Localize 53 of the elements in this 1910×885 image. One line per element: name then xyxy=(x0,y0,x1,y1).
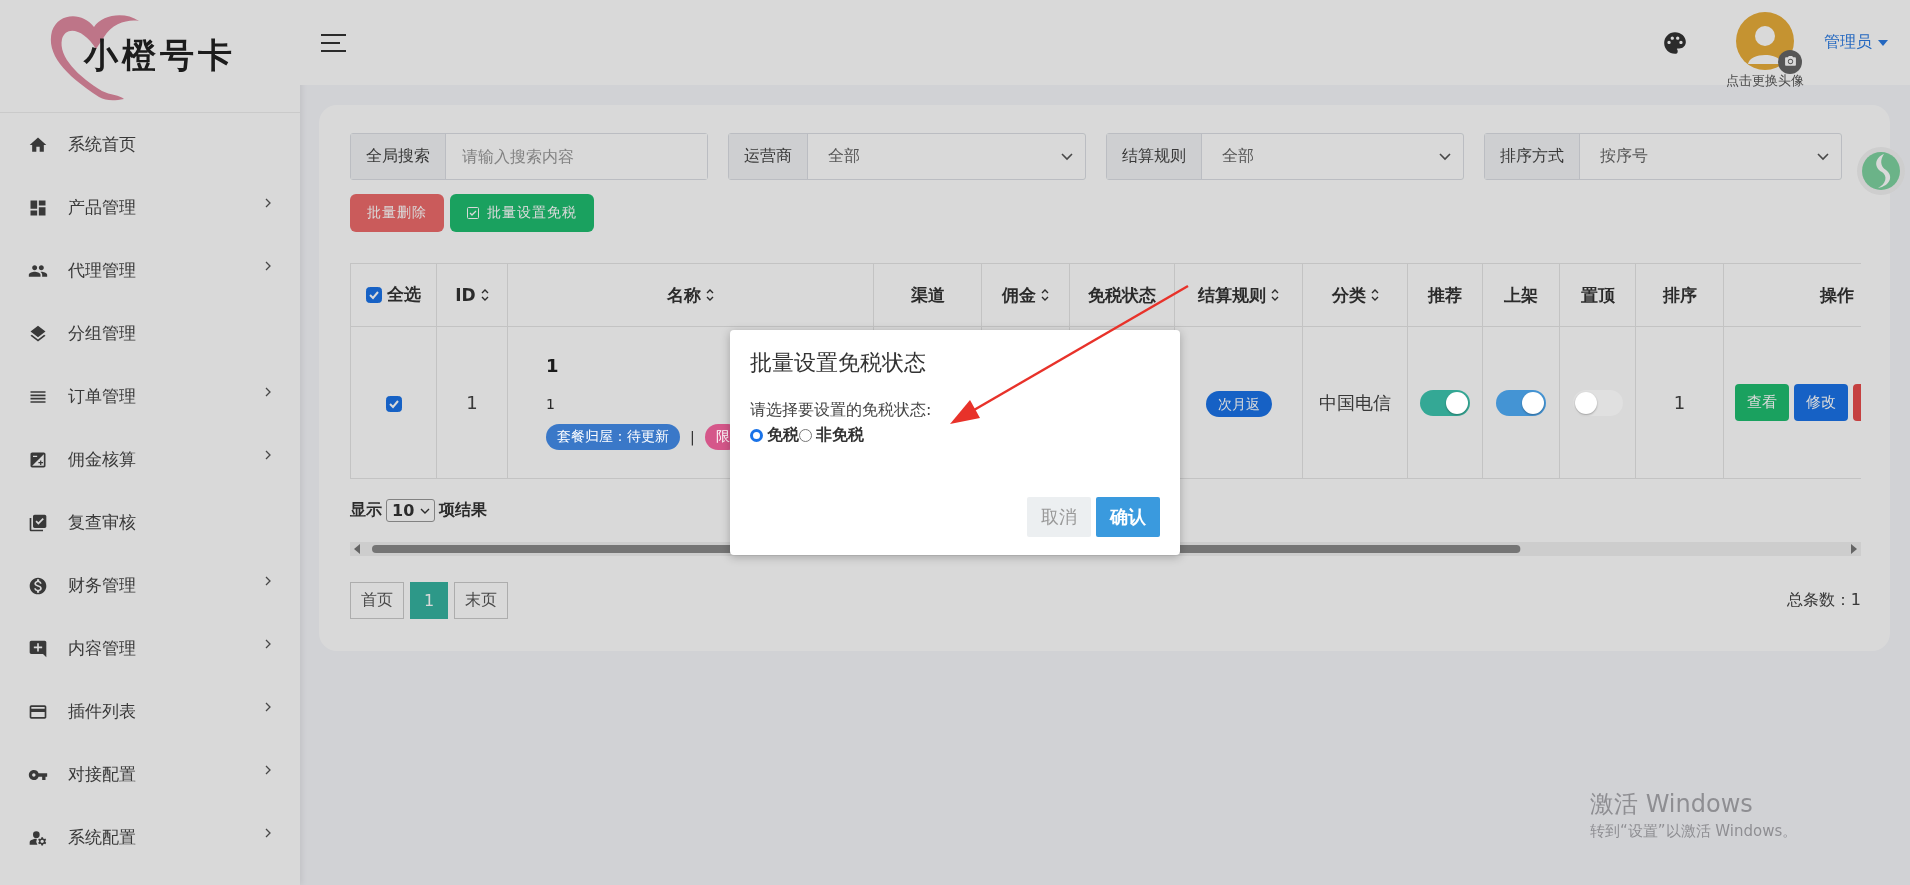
column-header: 渠道 xyxy=(910,283,945,307)
sidebar-item[interactable]: 系统首页 xyxy=(0,113,300,176)
radio-option[interactable]: 免税 xyxy=(750,425,799,446)
sidebar-item[interactable]: 产品管理 xyxy=(0,176,300,239)
filter-select[interactable]: 排序方式 按序号 xyxy=(1484,133,1842,180)
sidebar-item[interactable]: 系统配置 xyxy=(0,806,300,869)
column-header: 置顶 xyxy=(1580,283,1615,307)
logo-text: 小橙号卡 xyxy=(84,34,236,77)
column-header: 推荐 xyxy=(1428,283,1462,307)
product-name: 1 xyxy=(546,355,559,376)
pagination-button[interactable]: 末页 xyxy=(454,582,508,619)
product-tag: 套餐归屋：待更新 xyxy=(546,424,680,450)
column-header[interactable]: 分类 xyxy=(1331,283,1366,307)
category-text: 中国电信 xyxy=(1319,391,1391,413)
avatar-caption: 点击更换头像 xyxy=(1726,71,1804,90)
column-header: 操作 xyxy=(1820,283,1854,307)
sidebar-item[interactable]: 复查审核 xyxy=(0,491,300,554)
tag-separator: | xyxy=(690,429,695,445)
page-length-select[interactable]: 10 xyxy=(386,499,436,522)
activation-notice-text: 转到“设置”以激活 Windows。 xyxy=(1590,822,1798,841)
page-length-label: 显示 xyxy=(350,500,382,521)
column-header: 排序 xyxy=(1662,283,1697,307)
column-header: 免税状态 xyxy=(1088,283,1156,307)
sidebar-item[interactable]: 插件列表 xyxy=(0,680,300,743)
column-header: 上架 xyxy=(1504,283,1538,307)
column-header[interactable]: 结算规则 xyxy=(1198,283,1266,307)
page-length-label: 项结果 xyxy=(439,500,488,521)
sidebar-item[interactable]: 分组管理 xyxy=(0,302,300,365)
sidebar-item[interactable]: 佣金核算 xyxy=(0,428,300,491)
sidebar-item[interactable]: 对接配置 xyxy=(0,743,300,806)
id-text: 1 xyxy=(466,392,478,413)
sort-number: 1 xyxy=(1673,392,1686,413)
product-subtitle: 1 xyxy=(546,396,555,412)
search-field[interactable]: 全局搜索 请输入搜索内容 xyxy=(350,133,708,180)
filter-select[interactable]: 运营商 全部 xyxy=(728,133,1086,180)
column-header[interactable]: 名称 xyxy=(667,283,701,307)
column-header[interactable]: 佣金 xyxy=(1002,283,1036,307)
sidebar-item[interactable]: 财务管理 xyxy=(0,554,300,617)
activation-notice-title: 激活 Windows xyxy=(1590,789,1754,820)
total-count: 总条数：1 xyxy=(1786,590,1861,611)
settlement-tag: 次月返 xyxy=(1205,390,1272,417)
sidebar-item[interactable]: 内容管理 xyxy=(0,617,300,680)
pagination-button[interactable]: 首页 xyxy=(350,582,404,619)
user-menu[interactable]: 管理员 xyxy=(1824,32,1888,53)
column-header[interactable]: ID xyxy=(455,285,476,305)
sidebar-item[interactable]: 代理管理 xyxy=(0,239,300,302)
modal-prompt: 请选择要设置的免税状态: xyxy=(750,400,933,421)
column-header: 全选 xyxy=(387,283,421,307)
edit-button[interactable]: 修改 xyxy=(1794,384,1848,421)
radio-option[interactable]: 非免税 xyxy=(799,425,864,446)
sidebar-item[interactable]: 订单管理 xyxy=(0,365,300,428)
modal-title: 批量设置免税状态 xyxy=(750,349,927,377)
filter-select[interactable]: 结算规则 全部 xyxy=(1106,133,1464,180)
